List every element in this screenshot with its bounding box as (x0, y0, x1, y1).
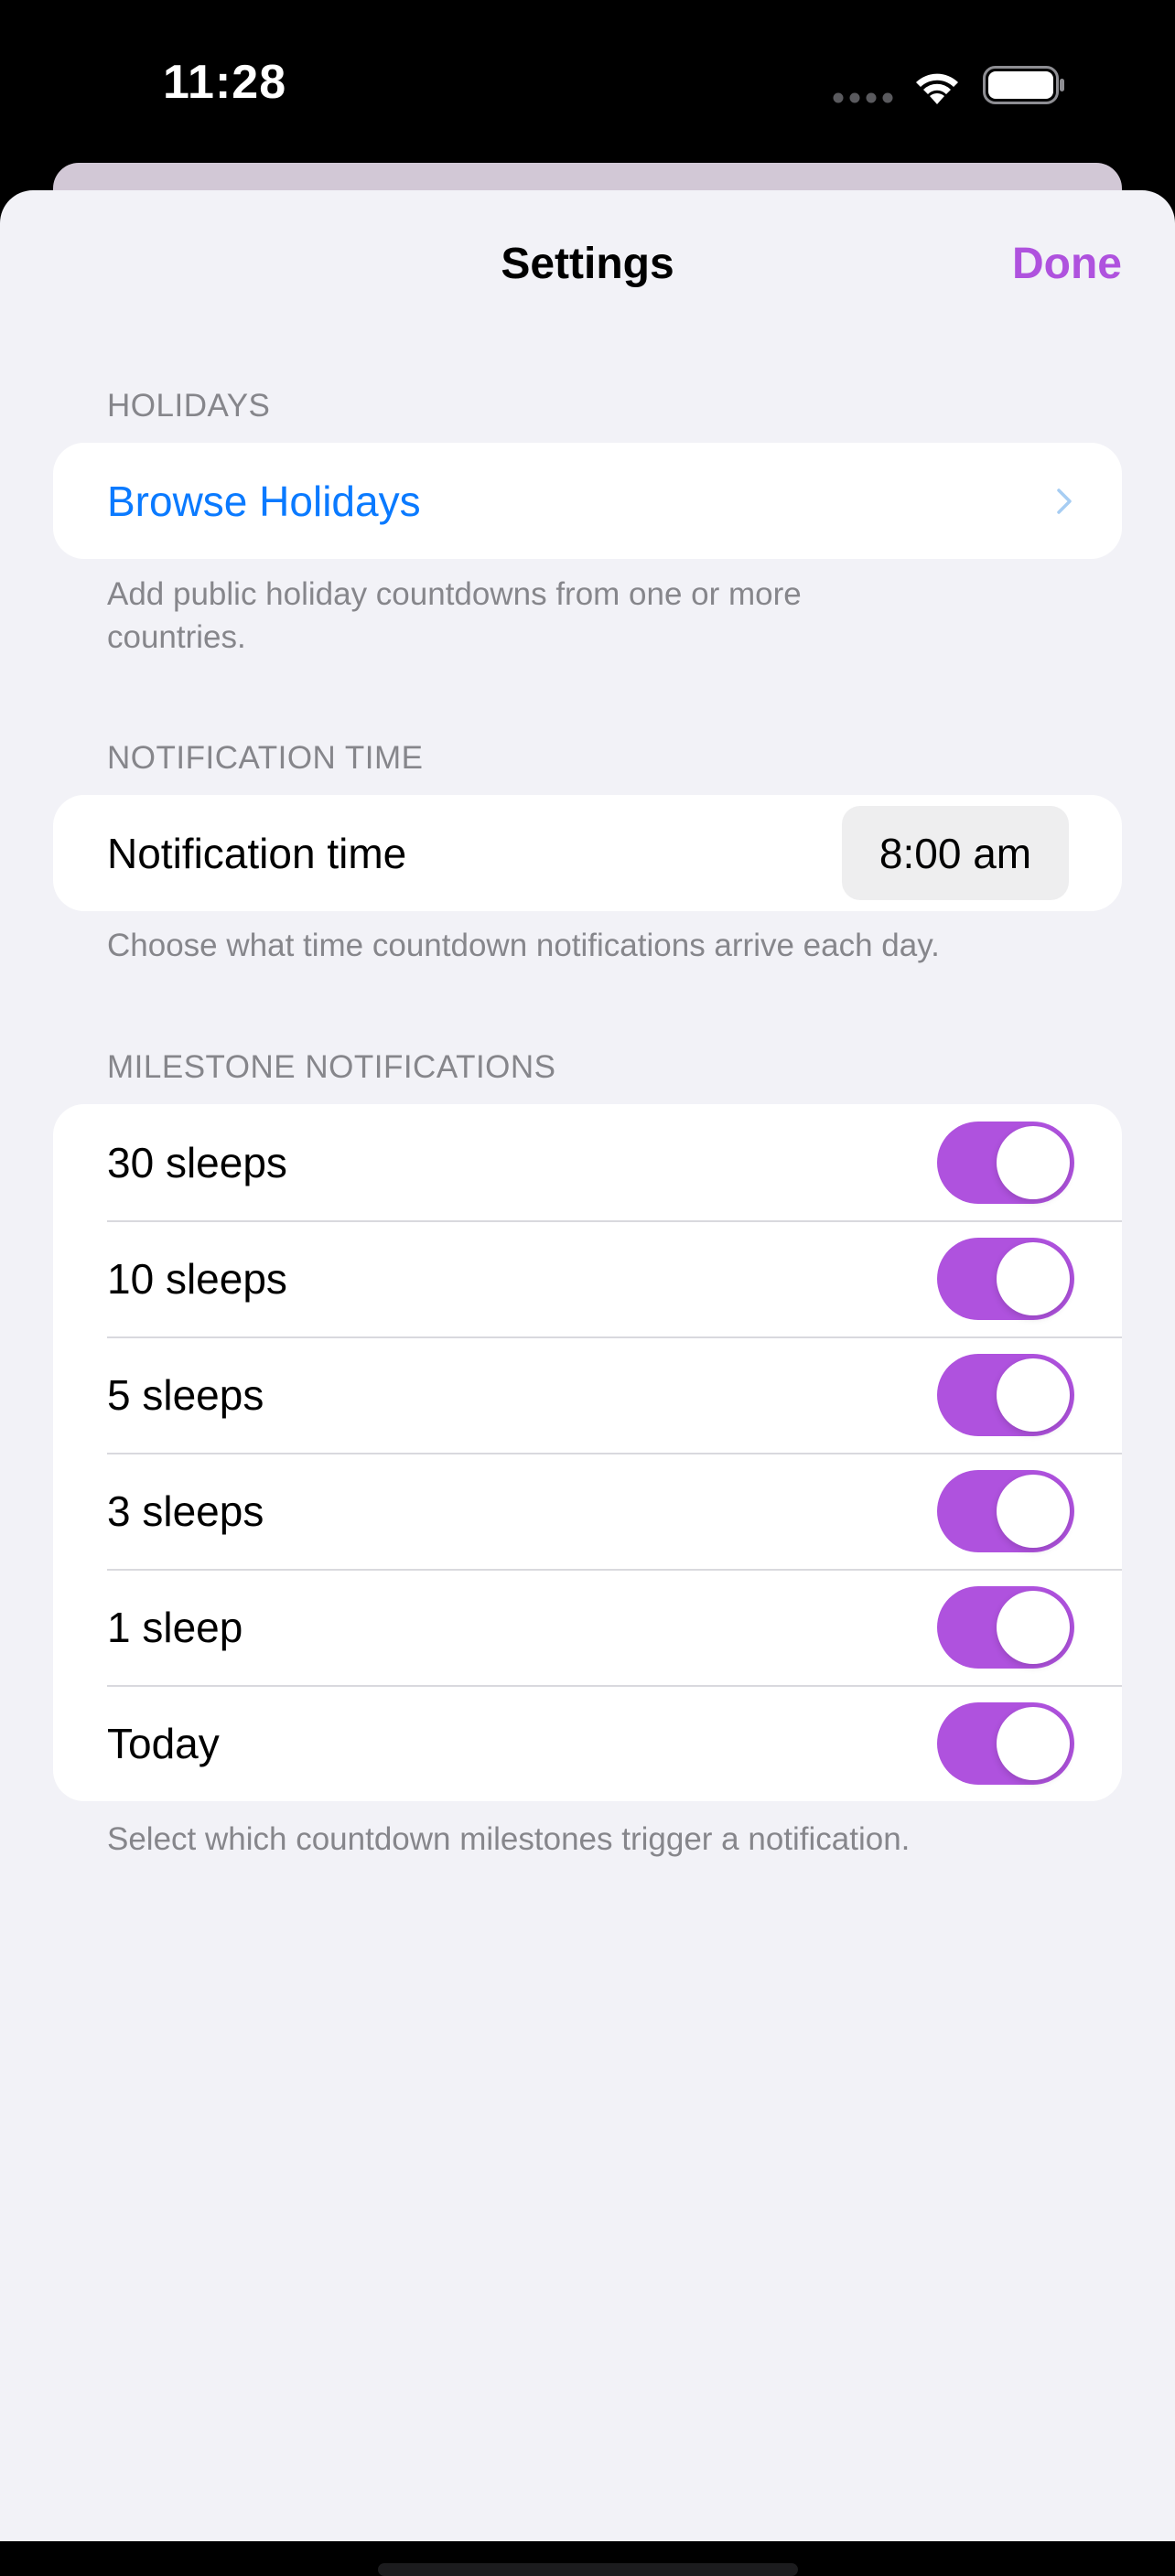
milestones-footer: Select which countdown milestones trigge… (107, 1821, 911, 1857)
done-button[interactable]: Done (1012, 239, 1122, 289)
milestone-toggle-5-sleeps[interactable] (937, 1353, 1074, 1436)
notification-time-picker[interactable]: 8:00 am (842, 806, 1069, 900)
toggle-knob (997, 1474, 1070, 1548)
section-header-milestones: MILESTONE NOTIFICATIONS (107, 1049, 556, 1085)
notification-time-label: Notification time (107, 829, 407, 877)
milestone-label: 10 sleeps (107, 1254, 287, 1303)
section-header-notification-time: NOTIFICATION TIME (107, 740, 424, 776)
milestone-row-10-sleeps: 10 sleeps (53, 1220, 1122, 1336)
milestone-toggle-10-sleeps[interactable] (937, 1237, 1074, 1320)
milestone-label: 30 sleeps (107, 1138, 287, 1186)
milestone-toggle-30-sleeps[interactable] (937, 1121, 1074, 1204)
toggle-knob (997, 1125, 1070, 1199)
toggle-knob (997, 1706, 1070, 1780)
milestone-label: 5 sleeps (107, 1370, 264, 1419)
holidays-group: Browse Holidays (53, 443, 1122, 559)
notification-time-row: Notification time 8:00 am (53, 795, 1122, 911)
home-indicator (378, 2563, 798, 2576)
milestone-label: 1 sleep (107, 1603, 243, 1651)
milestone-toggle-1-sleep[interactable] (937, 1585, 1074, 1669)
status-bar: 11:28 (0, 0, 1175, 165)
milestones-group: 30 sleeps 10 sleeps 5 sleeps 3 sleeps 1 … (53, 1104, 1122, 1801)
section-header-holidays: HOLIDAYS (107, 388, 271, 424)
milestone-label: 3 sleeps (107, 1487, 264, 1535)
notification-time-footer: Choose what time countdown notifications… (107, 928, 940, 963)
status-time: 11:28 (163, 56, 287, 109)
browse-holidays-row[interactable]: Browse Holidays (53, 443, 1122, 559)
chevron-right-icon (1057, 488, 1072, 514)
browse-holidays-label: Browse Holidays (107, 477, 421, 525)
signal-dots-icon (833, 92, 893, 103)
milestone-row-5-sleeps: 5 sleeps (53, 1336, 1122, 1453)
milestone-row-today: Today (53, 1685, 1122, 1801)
milestone-toggle-3-sleeps[interactable] (937, 1469, 1074, 1552)
page-title: Settings (501, 240, 674, 288)
milestone-row-3-sleeps: 3 sleeps (53, 1453, 1122, 1569)
milestone-row-1-sleep: 1 sleep (53, 1569, 1122, 1685)
milestone-label: Today (107, 1719, 220, 1767)
settings-sheet: Settings Done HOLIDAYS Browse Holidays A… (0, 190, 1175, 2576)
toggle-knob (997, 1358, 1070, 1432)
holidays-footer: Add public holiday countdowns from one o… (107, 576, 802, 655)
toggle-knob (997, 1590, 1070, 1664)
toggle-knob (997, 1241, 1070, 1315)
battery-icon (983, 66, 1064, 104)
wifi-icon (916, 73, 958, 104)
milestone-toggle-today[interactable] (937, 1701, 1074, 1785)
milestone-row-30-sleeps: 30 sleeps (53, 1104, 1122, 1220)
notification-time-group: Notification time 8:00 am (53, 795, 1122, 911)
